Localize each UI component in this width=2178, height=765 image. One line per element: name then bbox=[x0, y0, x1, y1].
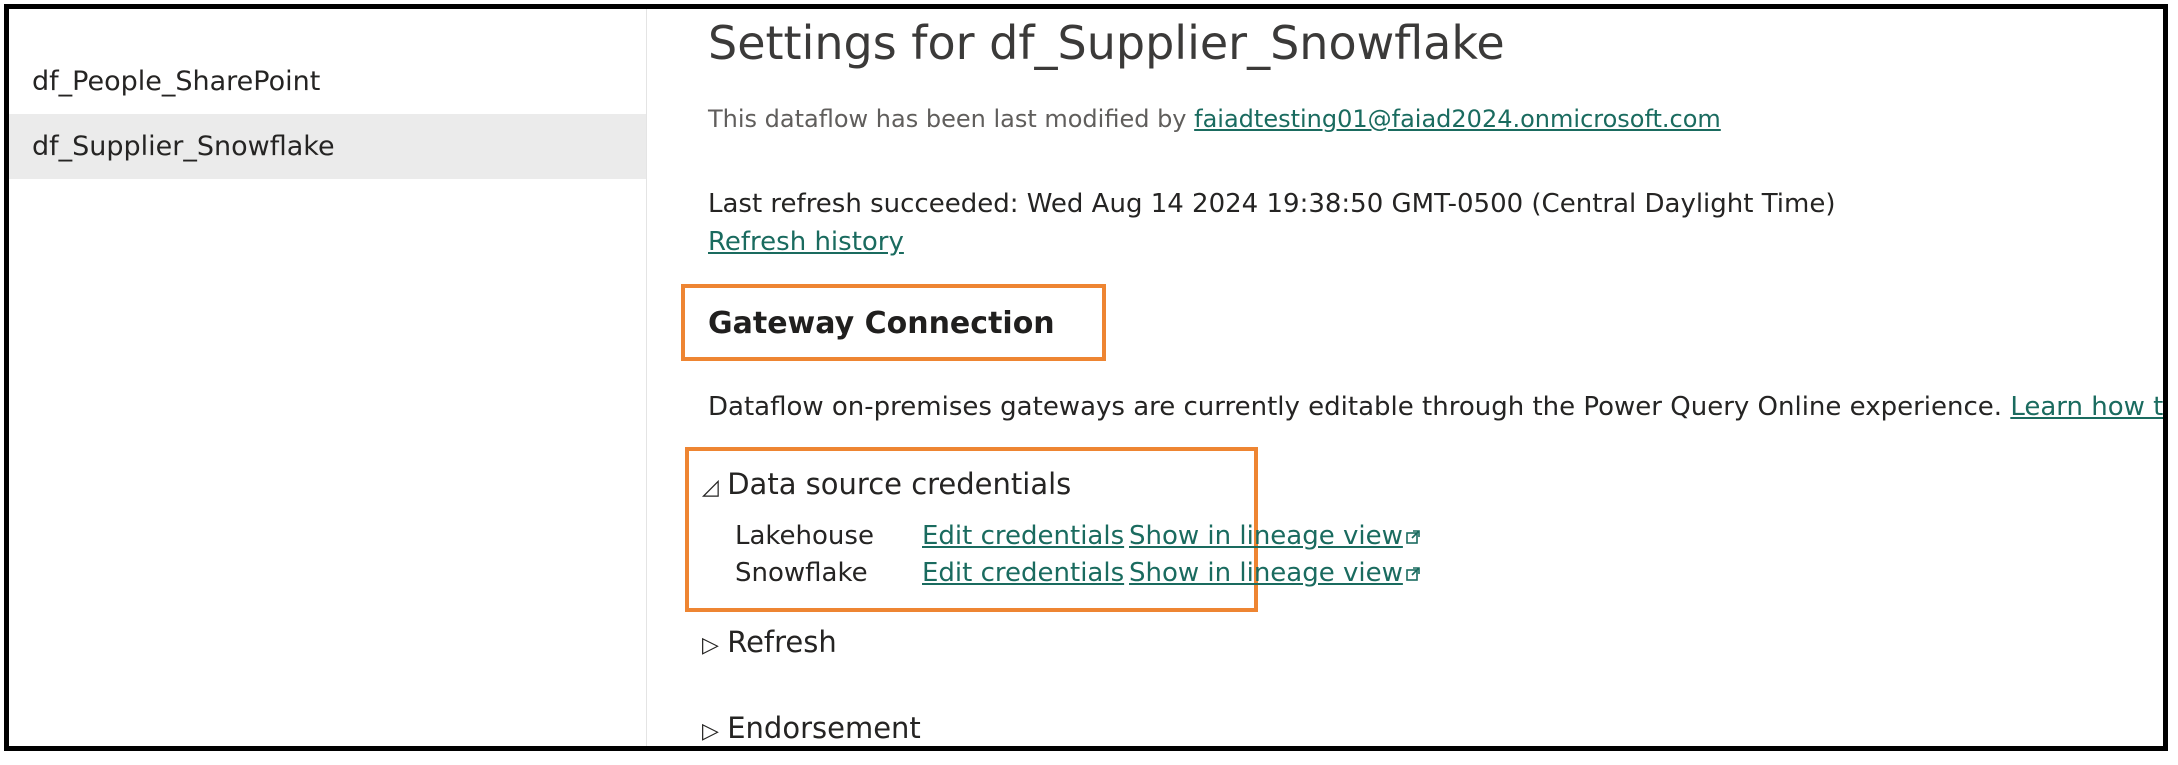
gateway-connection-heading: Gateway Connection bbox=[708, 306, 1055, 341]
refresh-section-header[interactable]: ▷ Refresh bbox=[702, 625, 837, 659]
expanded-triangle-icon: ◿ bbox=[702, 475, 719, 500]
gateway-note-text: Dataflow on-premises gateways are curren… bbox=[708, 392, 2011, 422]
datasource-name-snowflake: Snowflake bbox=[735, 558, 868, 588]
data-source-credentials-heading: Data source credentials bbox=[727, 467, 1072, 501]
endorsement-section-label: Endorsement bbox=[727, 711, 921, 745]
show-lineage-snowflake-link[interactable]: Show in lineage view bbox=[1129, 558, 1403, 588]
learn-how-to-edit-link[interactable]: Learn how to edit bbox=[2010, 392, 2163, 422]
sidebar-item-df-people-sharepoint[interactable]: df_People_SharePoint bbox=[9, 49, 646, 114]
edit-credentials-snowflake-link[interactable]: Edit credentials bbox=[922, 558, 1124, 588]
last-modified-text: This dataflow has been last modified by … bbox=[708, 105, 1721, 133]
sidebar: df_People_SharePoint df_Supplier_Snowfla… bbox=[9, 9, 647, 746]
sidebar-item-df-supplier-snowflake[interactable]: df_Supplier_Snowflake bbox=[9, 114, 646, 179]
page-title: Settings for df_Supplier_Snowflake bbox=[708, 16, 1505, 70]
data-source-credentials-header[interactable]: ◿ Data source credentials bbox=[702, 467, 1071, 501]
collapsed-triangle-icon: ▷ bbox=[702, 719, 719, 744]
settings-panel: Settings for df_Supplier_Snowflake This … bbox=[647, 9, 2163, 746]
window-frame: df_People_SharePoint df_Supplier_Snowfla… bbox=[4, 4, 2168, 751]
external-link-icon[interactable] bbox=[1406, 530, 1420, 544]
show-lineage-lakehouse-link[interactable]: Show in lineage view bbox=[1129, 521, 1403, 551]
gateway-note: Dataflow on-premises gateways are curren… bbox=[708, 392, 2163, 422]
datasource-name-lakehouse: Lakehouse bbox=[735, 521, 874, 551]
refresh-history-link[interactable]: Refresh history bbox=[708, 227, 904, 257]
endorsement-section-header[interactable]: ▷ Endorsement bbox=[702, 711, 921, 745]
last-refresh-status: Last refresh succeeded: Wed Aug 14 2024 … bbox=[708, 189, 1836, 219]
external-link-icon[interactable] bbox=[1406, 567, 1420, 581]
refresh-section-label: Refresh bbox=[727, 625, 837, 659]
modified-by-link[interactable]: faiadtesting01@faiad2024.onmicrosoft.com bbox=[1194, 105, 1721, 133]
last-modified-prefix: This dataflow has been last modified by bbox=[708, 105, 1195, 133]
edit-credentials-lakehouse-link[interactable]: Edit credentials bbox=[922, 521, 1124, 551]
collapsed-triangle-icon: ▷ bbox=[702, 633, 719, 658]
